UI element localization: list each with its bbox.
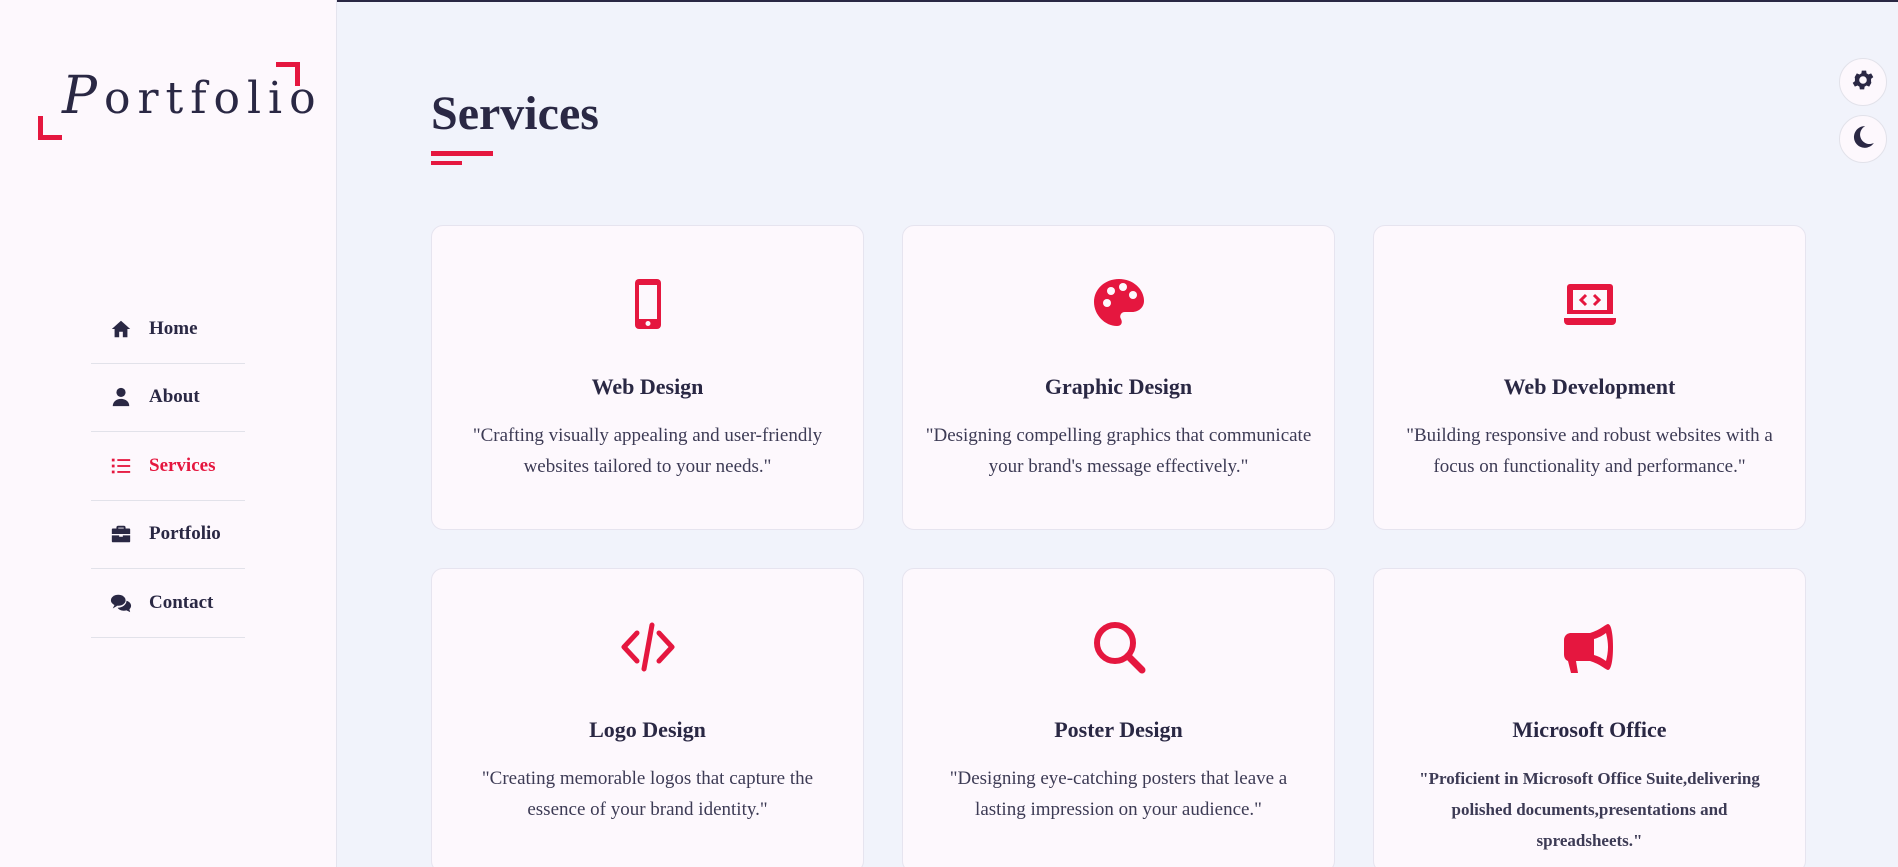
- briefcase-icon: [109, 522, 133, 546]
- page-title: Services: [431, 87, 599, 140]
- main-nav: Home About Services Portfolio Contact: [91, 295, 245, 638]
- home-icon: [109, 317, 133, 341]
- nav-item-portfolio[interactable]: Portfolio: [91, 501, 245, 569]
- service-card-logo-design: Logo Design "Creating memorable logos th…: [431, 568, 864, 867]
- service-card-graphic-design: Graphic Design "Designing compelling gra…: [902, 225, 1335, 530]
- user-icon: [109, 385, 133, 409]
- title-underline: [431, 151, 493, 156]
- service-card-web-design: Web Design "Crafting visually appealing …: [431, 225, 864, 530]
- moon-icon: [1850, 124, 1876, 155]
- service-title: Logo Design: [589, 717, 706, 742]
- gear-icon: [1850, 67, 1876, 98]
- list-icon: [109, 454, 133, 478]
- service-title: Graphic Design: [1044, 374, 1193, 399]
- service-title: Web Development: [1503, 374, 1676, 399]
- service-card-poster-design: Poster Design "Designing eye-catching po…: [902, 568, 1335, 867]
- service-title: Microsoft Office: [1512, 717, 1667, 742]
- logo-text: Portfolio: [62, 66, 323, 126]
- service-description: "Creating memorable logos that capture t…: [481, 768, 814, 820]
- service-title: Poster Design: [1054, 717, 1183, 742]
- service-description: "Designing eye-catching posters that lea…: [949, 768, 1288, 820]
- service-title: Web Design: [591, 374, 704, 399]
- nav-item-label: About: [149, 386, 200, 408]
- palette-icon: [903, 276, 1334, 332]
- sidebar: Portfolio Home About Services Portfolio: [0, 0, 337, 867]
- logo-corner-bottom-left: [38, 116, 62, 140]
- logo[interactable]: Portfolio: [36, 60, 316, 140]
- title-underline-short: [431, 161, 462, 165]
- laptop-code-icon: [1374, 276, 1805, 332]
- comments-icon: [109, 591, 133, 615]
- nav-item-about[interactable]: About: [91, 364, 245, 432]
- service-description: "Proficient in Microsoft Office Suite,de…: [1419, 769, 1760, 850]
- nav-item-home[interactable]: Home: [91, 295, 245, 364]
- theme-toggle-button[interactable]: [1839, 115, 1887, 163]
- code-icon: [432, 619, 863, 675]
- service-description: "Designing compelling graphics that comm…: [925, 425, 1312, 477]
- nav-item-label: Home: [149, 317, 198, 339]
- service-card-microsoft-office: Microsoft Office "Proficient in Microsof…: [1373, 568, 1806, 867]
- settings-button[interactable]: [1839, 58, 1887, 106]
- service-description: "Crafting visually appealing and user-fr…: [472, 425, 823, 477]
- service-description: "Building responsive and robust websites…: [1406, 425, 1773, 477]
- nav-item-label: Portfolio: [149, 523, 221, 545]
- services-grid: Web Design "Crafting visually appealing …: [431, 225, 1806, 867]
- nav-item-label: Contact: [149, 591, 214, 613]
- nav-item-services[interactable]: Services: [91, 432, 245, 501]
- search-icon: [903, 619, 1334, 675]
- nav-item-contact[interactable]: Contact: [91, 569, 245, 638]
- nav-item-label: Services: [149, 454, 216, 476]
- mobile-icon: [432, 276, 863, 332]
- service-card-web-development: Web Development "Building responsive and…: [1373, 225, 1806, 530]
- bullhorn-icon: [1374, 619, 1805, 675]
